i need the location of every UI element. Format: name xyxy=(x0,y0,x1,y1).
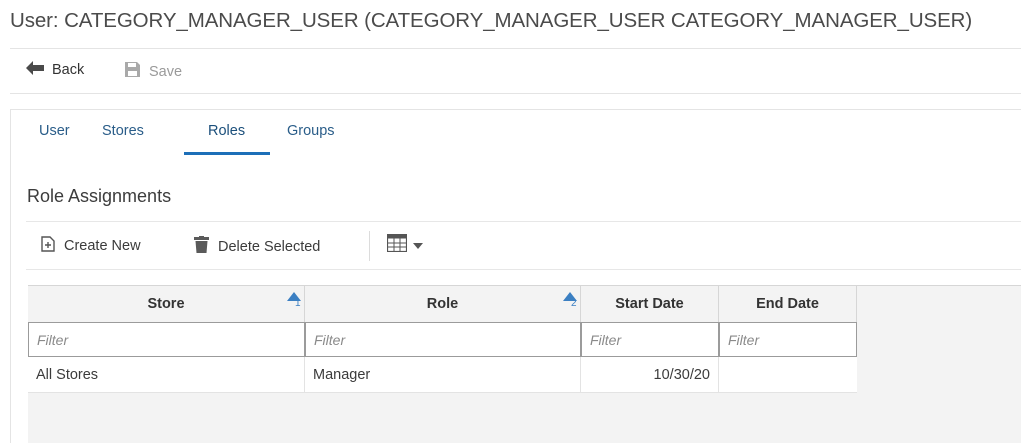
columns-menu-button[interactable] xyxy=(386,233,423,256)
save-button-label: Save xyxy=(149,63,183,80)
column-header-role[interactable]: Role 2 xyxy=(305,286,581,322)
column-header-store[interactable]: Store 1 xyxy=(28,286,305,322)
table-row[interactable]: All Stores Manager 10/30/20 xyxy=(28,357,857,393)
create-new-button[interactable]: Create New xyxy=(41,236,141,256)
page-toolbar: Back Save xyxy=(10,48,1021,94)
delete-selected-button[interactable]: Delete Selected xyxy=(194,236,320,257)
store-filter-input[interactable] xyxy=(28,322,305,357)
end-date-filter-input[interactable] xyxy=(719,322,857,357)
store-cell: All Stores xyxy=(28,357,305,392)
column-header-start-date[interactable]: Start Date xyxy=(581,286,719,322)
tab-stores[interactable]: Stores xyxy=(102,123,144,156)
role-assignments-grid: Store 1 Role 2 Start Date End Date Filte… xyxy=(28,285,1021,443)
chevron-down-icon xyxy=(413,237,423,253)
start-date-cell: 10/30/20 xyxy=(581,357,719,392)
section-title: Role Assignments xyxy=(27,186,172,206)
create-new-label: Create New xyxy=(64,238,141,254)
column-header-end-date[interactable]: End Date xyxy=(719,286,857,322)
column-header-label: Store xyxy=(147,296,185,312)
page-title: User: CATEGORY_MANAGER_USER (CATEGORY_MA… xyxy=(10,9,973,32)
table-grid-icon xyxy=(386,233,408,256)
active-tab-indicator xyxy=(184,152,270,155)
floppy-disk-icon xyxy=(124,61,141,82)
add-document-icon xyxy=(41,236,55,256)
trash-icon xyxy=(194,236,209,257)
end-date-cell xyxy=(719,357,857,392)
tab-groups[interactable]: Groups xyxy=(287,123,335,156)
column-header-label: Role xyxy=(426,296,459,312)
filter-row xyxy=(28,322,857,357)
back-button-label: Back xyxy=(52,62,85,78)
sort-ascending-icon: 1 xyxy=(287,289,301,311)
content-panel: User Stores Roles Groups Role Assignment… xyxy=(10,109,1021,443)
sort-order-number: 2 xyxy=(571,298,577,309)
role-filter-input[interactable] xyxy=(305,322,581,357)
sort-ascending-icon: 2 xyxy=(563,289,577,311)
back-button[interactable]: Back xyxy=(26,61,84,79)
role-cell: Manager xyxy=(305,357,581,392)
sort-order-number: 1 xyxy=(295,298,301,309)
delete-selected-label: Delete Selected xyxy=(218,238,321,255)
column-header-label: Start Date xyxy=(615,296,684,312)
column-header-label: End Date xyxy=(756,296,819,312)
arrow-left-icon xyxy=(26,61,44,79)
toolbar-divider xyxy=(369,231,370,261)
table-toolbar: Create New Delete Selected xyxy=(26,221,1021,270)
grid-header: Store 1 Role 2 Start Date End Date xyxy=(28,286,857,322)
start-date-filter-input[interactable] xyxy=(581,322,719,357)
tab-user[interactable]: User xyxy=(39,123,70,156)
save-button[interactable]: Save xyxy=(124,61,182,82)
